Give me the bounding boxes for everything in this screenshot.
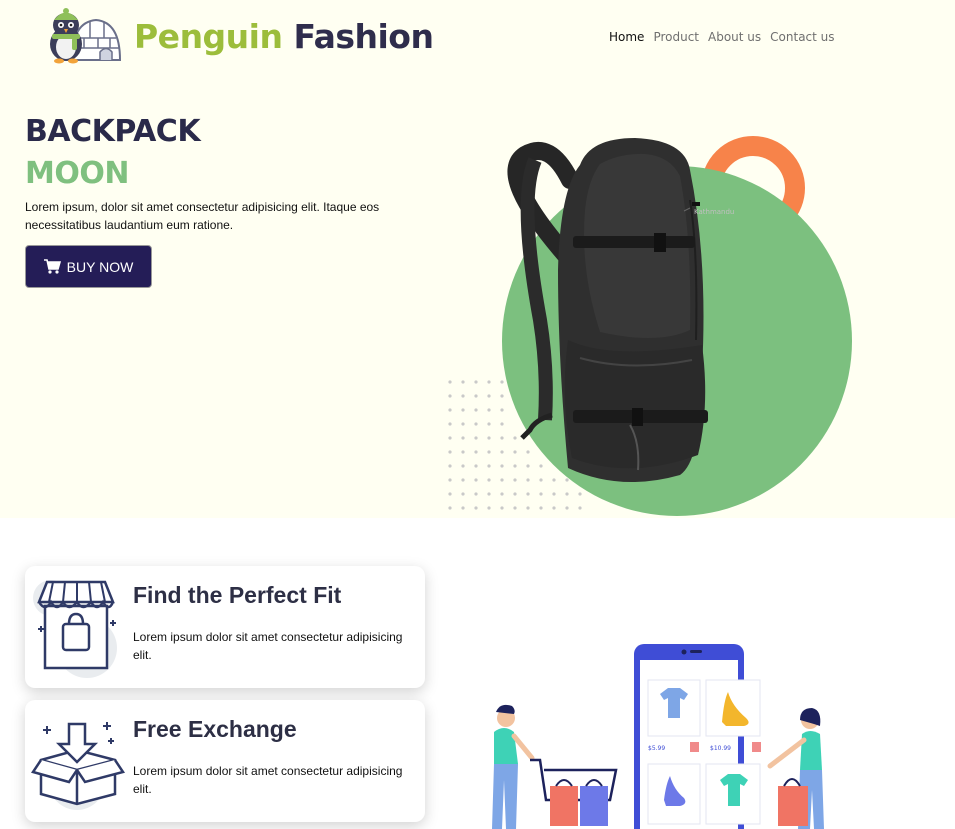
hero-subtitle: MOON bbox=[25, 156, 129, 191]
box-return-icon bbox=[31, 722, 126, 810]
penguin-igloo-logo bbox=[50, 8, 122, 64]
brand-name: Penguin Fashion bbox=[134, 16, 434, 56]
nav-home[interactable]: Home bbox=[609, 30, 644, 44]
hero-title: BACKPACK bbox=[25, 114, 201, 149]
shopping-cart-icon bbox=[43, 259, 61, 274]
nav-product[interactable]: Product bbox=[653, 30, 699, 44]
buy-now-label: BUY NOW bbox=[66, 258, 134, 275]
feature-card-perfect-fit[interactable]: Find the Perfect Fit Lorem ipsum dolor s… bbox=[25, 566, 425, 688]
brand-name-part1: Penguin bbox=[134, 16, 283, 56]
storefront-icon bbox=[33, 580, 117, 678]
buy-now-button[interactable]: BUY NOW bbox=[25, 245, 152, 288]
feature-title: Free Exchange bbox=[133, 716, 297, 742]
price-label: $10.99 bbox=[710, 745, 731, 752]
brand[interactable]: Penguin Fashion bbox=[44, 8, 434, 64]
hero-description: Lorem ipsum, dolor sit amet consectetur … bbox=[25, 200, 380, 232]
price-label: $5.99 bbox=[648, 745, 665, 752]
online-shopping-illustration: $5.99 $10.99 bbox=[492, 644, 824, 829]
nav-contact-us[interactable]: Contact us bbox=[770, 30, 834, 44]
feature-card-free-exchange[interactable]: Free Exchange Lorem ipsum dolor sit amet… bbox=[25, 700, 425, 822]
brand-name-part2: Fashion bbox=[293, 16, 434, 56]
main-nav: Home Product About us Contact us bbox=[609, 30, 844, 44]
hero-section: Penguin Fashion Home Product About us Co… bbox=[0, 0, 955, 518]
nav-about-us[interactable]: About us bbox=[708, 30, 761, 44]
svg-text:Kathmandu: Kathmandu bbox=[694, 208, 734, 216]
feature-text: Lorem ipsum dolor sit amet consectetur a… bbox=[133, 630, 403, 662]
feature-text: Lorem ipsum dolor sit amet consectetur a… bbox=[133, 764, 403, 796]
feature-title: Find the Perfect Fit bbox=[133, 582, 342, 608]
hero-backpack-illustration: Kathmandu bbox=[448, 136, 852, 516]
